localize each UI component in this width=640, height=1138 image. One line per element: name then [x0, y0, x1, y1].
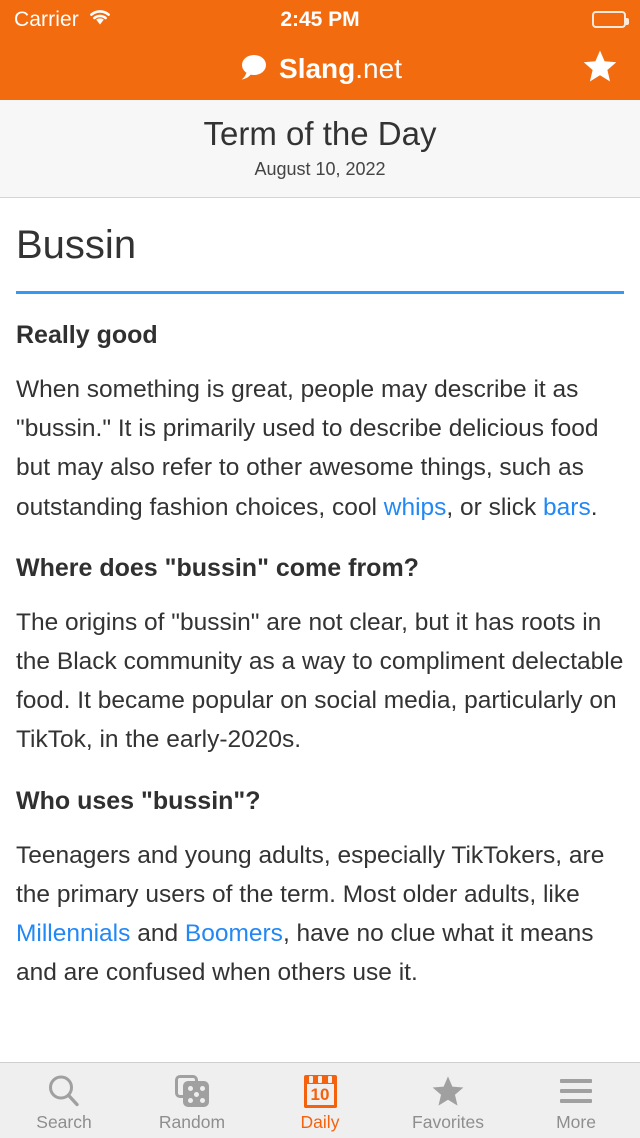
- app-screen: Carrier 2:45 PM Slang.net Term of the Da…: [0, 0, 640, 1138]
- article-content: Bussin Really good When something is grea…: [0, 198, 640, 1062]
- status-bar: Carrier 2:45 PM: [0, 0, 640, 38]
- paragraph-text: The origins of "bussin" are not clear, b…: [16, 608, 624, 754]
- paragraph-text: Teenagers and young adults, especially T…: [16, 841, 605, 908]
- speech-bubble-icon: [238, 53, 268, 86]
- battery-full-icon: [592, 10, 629, 28]
- tab-more[interactable]: More: [512, 1063, 640, 1138]
- term-link[interactable]: Millennials: [16, 920, 130, 947]
- section-paragraph: Teenagers and young adults, especially T…: [16, 836, 624, 993]
- tab-label: Daily: [300, 1112, 340, 1133]
- tab-label: Random: [158, 1112, 226, 1133]
- article-sections: Really good When something is great, peop…: [16, 320, 624, 992]
- status-bar-left: Carrier: [14, 8, 112, 31]
- tab-label: Favorites: [412, 1112, 484, 1133]
- brand-tld: .net: [355, 53, 402, 84]
- term-title: Bussin: [16, 222, 137, 267]
- carrier-label: Carrier: [14, 7, 79, 31]
- section-heading: Who uses "bussin"?: [16, 786, 261, 815]
- search-icon: [46, 1072, 82, 1110]
- favorite-button[interactable]: [574, 43, 626, 95]
- paragraph-text: .: [590, 493, 598, 521]
- tab-bar: Search Random 10 Daily Favorites More: [0, 1062, 640, 1138]
- page-date: August 10, 2022: [254, 159, 386, 180]
- tab-favorites[interactable]: Favorites: [384, 1063, 512, 1138]
- nav-bar: Slang.net: [0, 38, 640, 100]
- wifi-icon: [88, 8, 112, 31]
- brand-text: Slang.net: [279, 55, 402, 83]
- brand-name: Slang: [279, 53, 356, 84]
- page-title: Term of the Day: [203, 115, 437, 152]
- section-paragraph: The origins of "bussin" are not clear, b…: [16, 603, 624, 760]
- section-heading: Really good: [16, 321, 158, 350]
- star-icon: [431, 1072, 465, 1110]
- term-link[interactable]: whips: [384, 494, 447, 521]
- calendar-icon: 10: [303, 1072, 337, 1110]
- tab-label: Search: [36, 1112, 92, 1133]
- term-link[interactable]: Boomers: [185, 920, 283, 947]
- dice-icon: [175, 1072, 209, 1110]
- tab-search[interactable]: Search: [0, 1063, 128, 1138]
- section-paragraph: When something is great, people may desc…: [16, 370, 624, 527]
- section-heading: Where does "bussin" come from?: [16, 553, 419, 582]
- hamburger-icon: [560, 1072, 592, 1110]
- title-divider: [16, 291, 624, 295]
- paragraph-text: and: [130, 919, 185, 947]
- status-bar-right: [592, 10, 629, 28]
- tab-label: More: [556, 1112, 596, 1133]
- paragraph-text: , or slick: [446, 493, 544, 521]
- brand-logo[interactable]: Slang.net: [238, 53, 402, 86]
- tab-daily[interactable]: 10 Daily: [256, 1063, 384, 1138]
- tab-random[interactable]: Random: [128, 1063, 256, 1138]
- star-icon: [582, 49, 618, 89]
- term-link[interactable]: bars: [543, 494, 591, 521]
- page-header: Term of the Day August 10, 2022: [0, 100, 640, 198]
